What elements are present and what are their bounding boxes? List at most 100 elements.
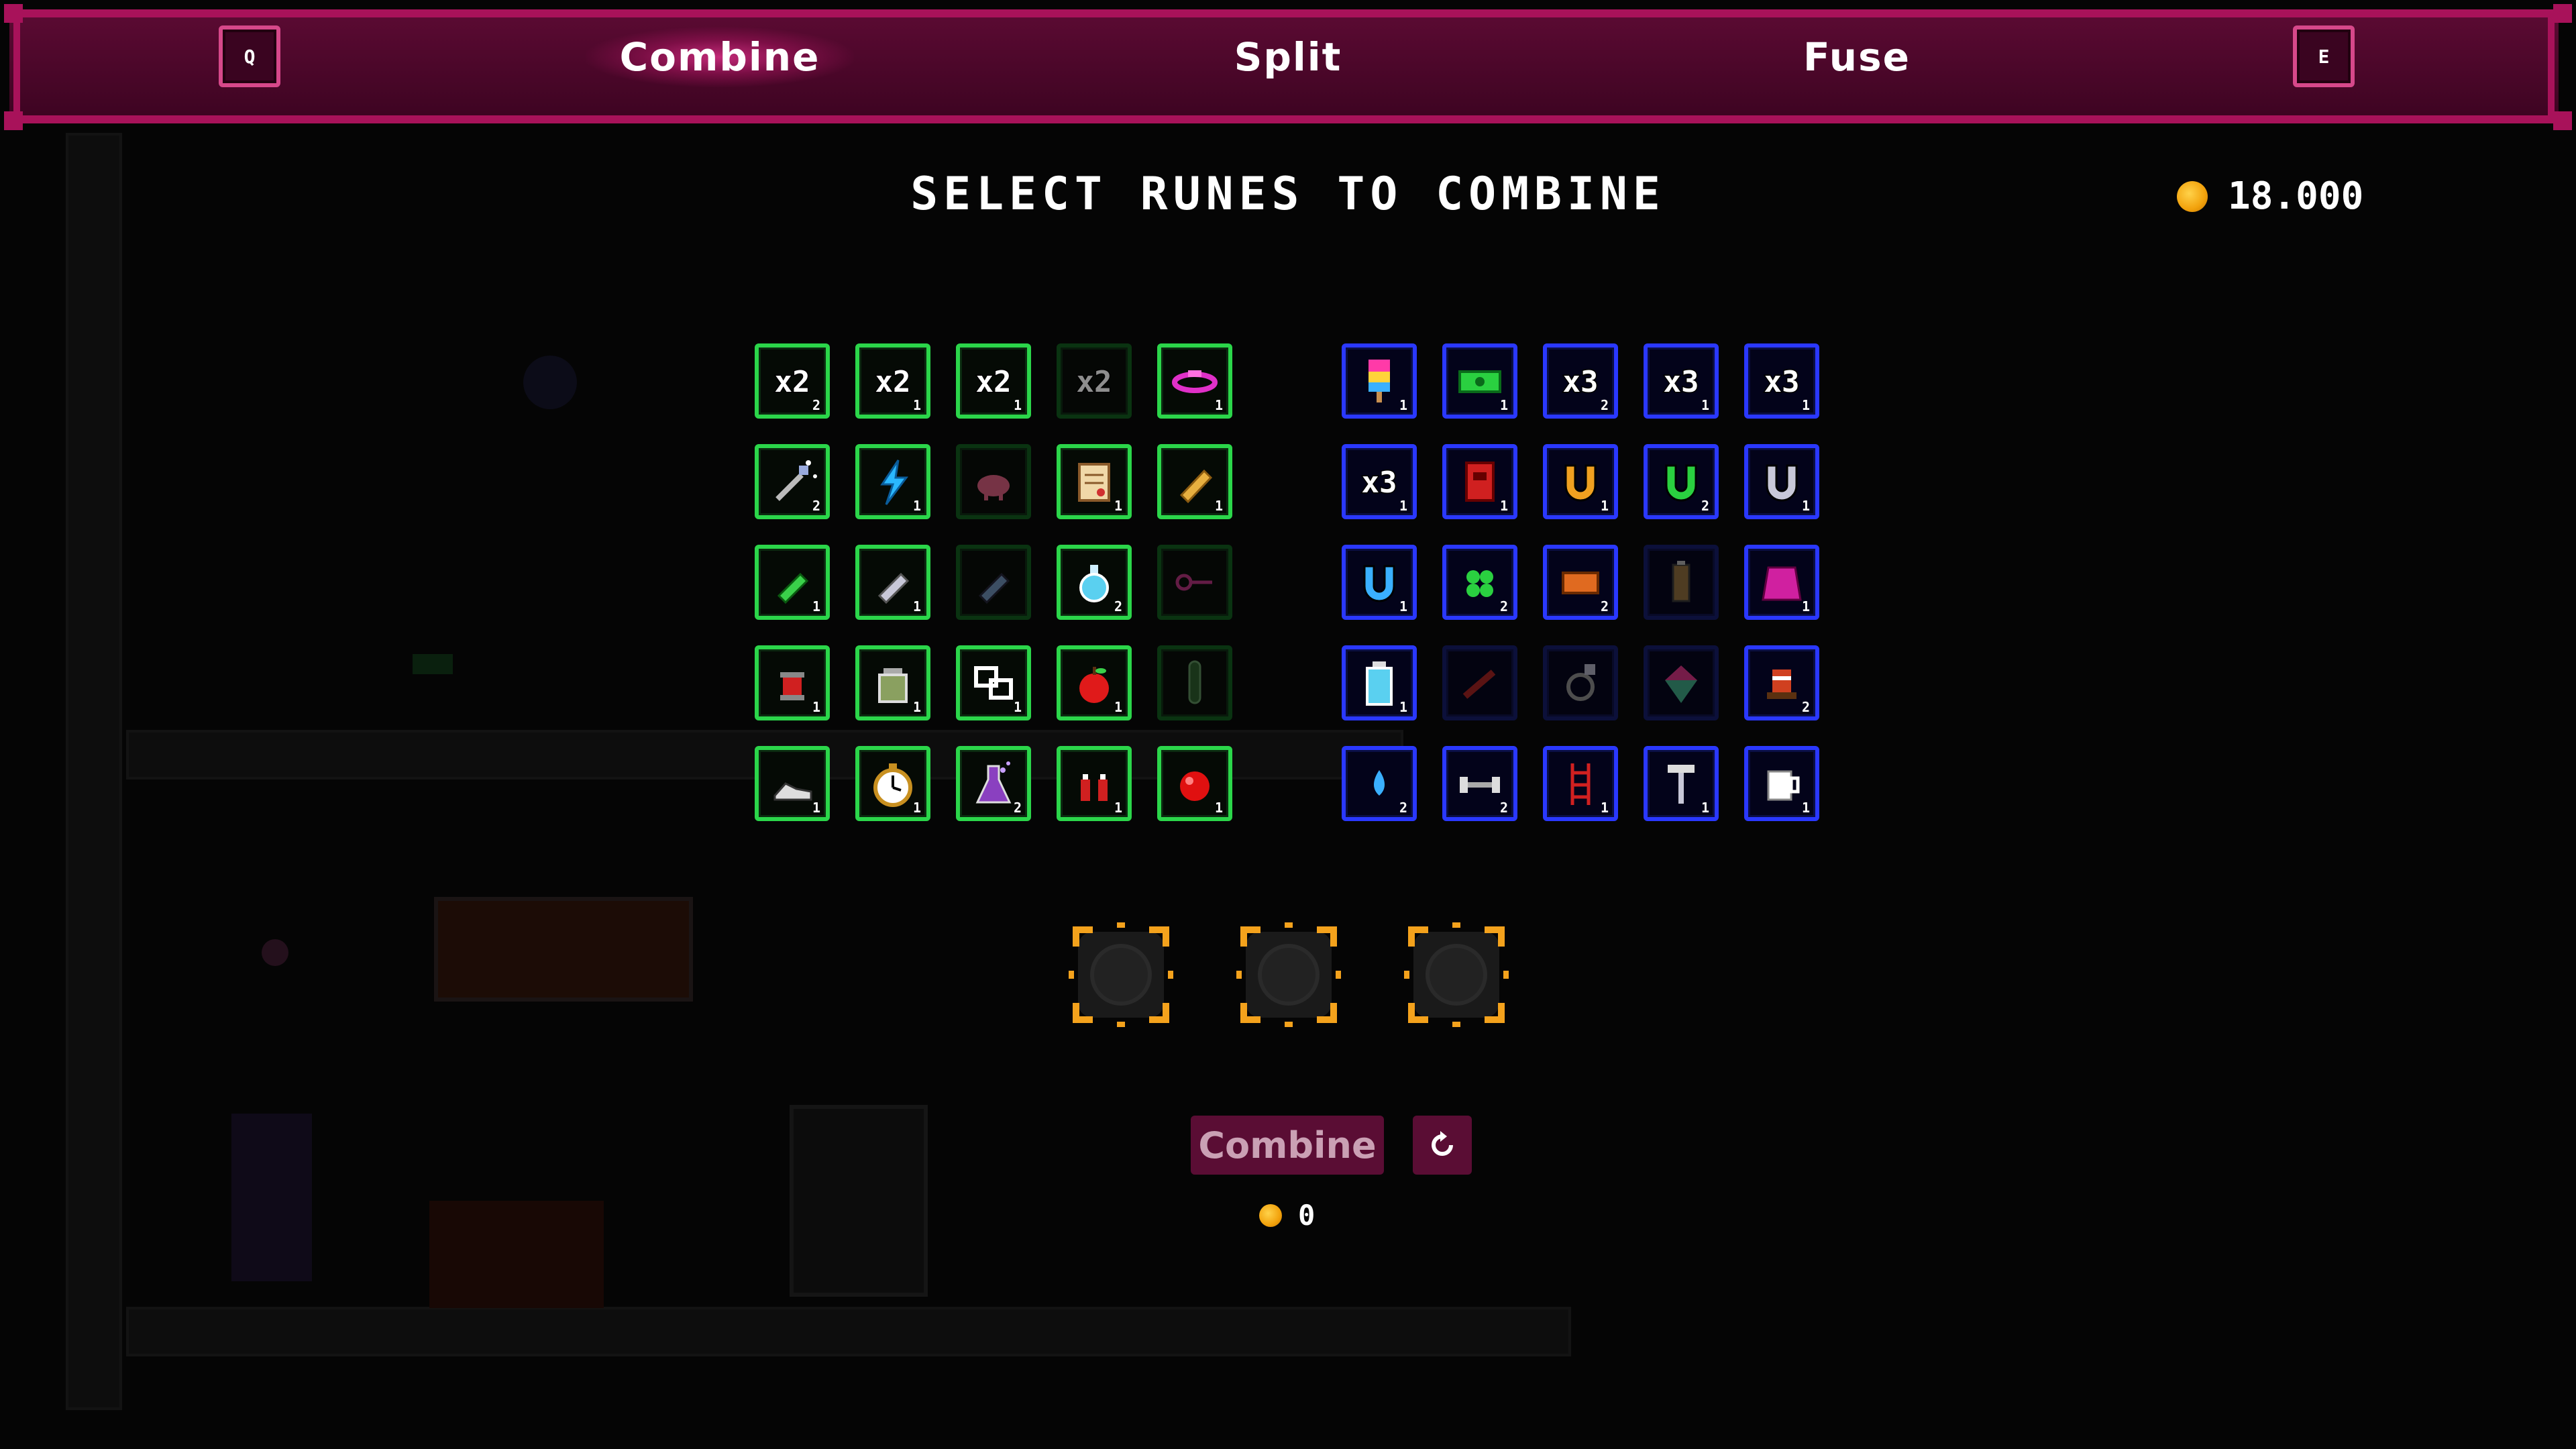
rune-slot[interactable] xyxy=(956,444,1031,519)
rune-slot[interactable]: 1 xyxy=(1543,746,1618,821)
rune-count: 1 xyxy=(1701,397,1709,413)
rune-count: 1 xyxy=(912,498,921,514)
rune-count: 1 xyxy=(1801,498,1810,514)
rune-count: 1 xyxy=(812,598,820,614)
rune-slot[interactable]: 1 xyxy=(855,645,930,720)
combine-socket[interactable] xyxy=(1404,922,1509,1027)
combine-socket[interactable] xyxy=(1236,922,1341,1027)
rune-slot[interactable]: 2 xyxy=(1744,645,1819,720)
rune-slot[interactable]: 2 xyxy=(956,746,1031,821)
rune-count: 1 xyxy=(1114,699,1122,715)
battery-icon xyxy=(1672,561,1690,602)
rune-slot[interactable]: 1 xyxy=(855,746,930,821)
rune-slot[interactable]: 2 xyxy=(1057,545,1132,620)
rune-count: 2 xyxy=(812,397,820,413)
tab-split[interactable]: Split xyxy=(1154,27,1422,87)
rune-count: 2 xyxy=(1499,598,1508,614)
combine-button[interactable]: Combine xyxy=(1191,1116,1384,1175)
rune-slot[interactable] xyxy=(1157,645,1232,720)
rune-count: 1 xyxy=(912,397,921,413)
combine-cost: 0 xyxy=(1259,1199,1315,1232)
rune-slot[interactable] xyxy=(1644,645,1719,720)
rune-slot[interactable]: 2 xyxy=(1442,746,1517,821)
rune-slot[interactable] xyxy=(1442,645,1517,720)
empty-socket-icon xyxy=(1404,922,1509,1027)
rune-count: 1 xyxy=(1399,397,1407,413)
rune-slot[interactable]: 1 xyxy=(1442,343,1517,419)
rune-count: 1 xyxy=(1701,800,1709,816)
rune-slot[interactable] xyxy=(956,545,1031,620)
rune-count: 1 xyxy=(1399,498,1407,514)
rune-slot[interactable]: 1 xyxy=(1157,746,1232,821)
rune-slot[interactable]: x3 1 xyxy=(1342,444,1417,519)
gold-coin-icon xyxy=(2177,180,2208,212)
svg-text:x3: x3 xyxy=(1664,365,1699,399)
tab-bar-corner xyxy=(4,4,23,23)
rune-slot[interactable]: 1 xyxy=(1342,343,1417,419)
rune-count: 2 xyxy=(1600,598,1609,614)
rune-slot[interactable]: 1 xyxy=(956,645,1031,720)
rune-slot[interactable]: 2 xyxy=(1342,746,1417,821)
rune-slot[interactable]: 1 xyxy=(1744,746,1819,821)
rune-slot[interactable]: 1 xyxy=(1157,444,1232,519)
rune-slot[interactable]: 2 xyxy=(1644,444,1719,519)
rune-slot[interactable]: 1 xyxy=(1057,645,1132,720)
rune-slot[interactable] xyxy=(1543,645,1618,720)
rune-slot[interactable]: 2 xyxy=(1543,545,1618,620)
rune-slot[interactable]: 1 xyxy=(755,746,830,821)
rune-slot[interactable]: x2 xyxy=(1057,343,1132,419)
rune-slot[interactable]: 1 xyxy=(755,545,830,620)
next-tab-key-button[interactable]: E xyxy=(2293,25,2355,87)
combine-socket[interactable] xyxy=(1069,922,1173,1027)
rune-count: 1 xyxy=(812,699,820,715)
rune-count: 1 xyxy=(1801,397,1810,413)
red-wrench-icon xyxy=(1462,669,1496,699)
rune-count: 1 xyxy=(1013,397,1022,413)
rune-count: 2 xyxy=(1499,800,1508,816)
spinning-top-icon xyxy=(1665,665,1697,703)
prev-tab-key-button[interactable]: Q xyxy=(219,25,280,87)
rune-slot[interactable]: 1 xyxy=(1057,444,1132,519)
rune-slot[interactable]: x3 2 xyxy=(1543,343,1618,419)
rune-slot[interactable]: x3 1 xyxy=(1644,343,1719,419)
rune-slot[interactable]: 1 xyxy=(1744,545,1819,620)
refresh-icon xyxy=(1432,1131,1453,1156)
rune-count: 1 xyxy=(1013,699,1022,715)
rune-slot[interactable]: 1 xyxy=(1644,746,1719,821)
rune-slot[interactable]: 2 xyxy=(1442,545,1517,620)
rune-count: 1 xyxy=(912,598,921,614)
rune-slot[interactable]: 1 xyxy=(1057,746,1132,821)
empty-socket-icon xyxy=(1069,922,1173,1027)
rune-slot[interactable]: 1 xyxy=(1342,645,1417,720)
rune-slot[interactable]: 1 xyxy=(1157,343,1232,419)
gold-counter: 18.000 xyxy=(2177,174,2363,218)
rune-count: 1 xyxy=(912,699,921,715)
rune-slot[interactable]: 2 xyxy=(755,444,830,519)
rune-slot[interactable]: x2 1 xyxy=(956,343,1031,419)
rune-count: 1 xyxy=(1801,800,1810,816)
rune-slot[interactable]: 1 xyxy=(855,545,930,620)
rune-slot[interactable]: 1 xyxy=(1543,444,1618,519)
rune-slot[interactable]: 1 xyxy=(755,645,830,720)
empty-socket-icon xyxy=(1236,922,1341,1027)
rune-count: 1 xyxy=(812,800,820,816)
svg-text:x3: x3 xyxy=(1362,466,1397,500)
rune-count: 1 xyxy=(1600,498,1609,514)
reset-button[interactable] xyxy=(1413,1116,1472,1175)
tab-bar-corner xyxy=(2553,111,2572,130)
tab-combine[interactable]: Combine xyxy=(586,27,854,87)
rune-slot[interactable]: 1 xyxy=(1442,444,1517,519)
rune-slot[interactable]: 1 xyxy=(1744,444,1819,519)
rune-slot[interactable] xyxy=(1644,545,1719,620)
rune-slot[interactable] xyxy=(1157,545,1232,620)
rune-slot[interactable]: x2 1 xyxy=(855,343,930,419)
rune-slot[interactable]: x2 2 xyxy=(755,343,830,419)
tab-fuse[interactable]: Fuse xyxy=(1723,27,1991,87)
rune-count: 2 xyxy=(1801,699,1810,715)
tab-bar-corner xyxy=(2553,4,2572,23)
blue-pill-icon xyxy=(978,572,1010,604)
rune-count: 2 xyxy=(1013,800,1022,816)
rune-slot[interactable]: x3 1 xyxy=(1744,343,1819,419)
rune-slot[interactable]: 1 xyxy=(1342,545,1417,620)
rune-slot[interactable]: 1 xyxy=(855,444,930,519)
